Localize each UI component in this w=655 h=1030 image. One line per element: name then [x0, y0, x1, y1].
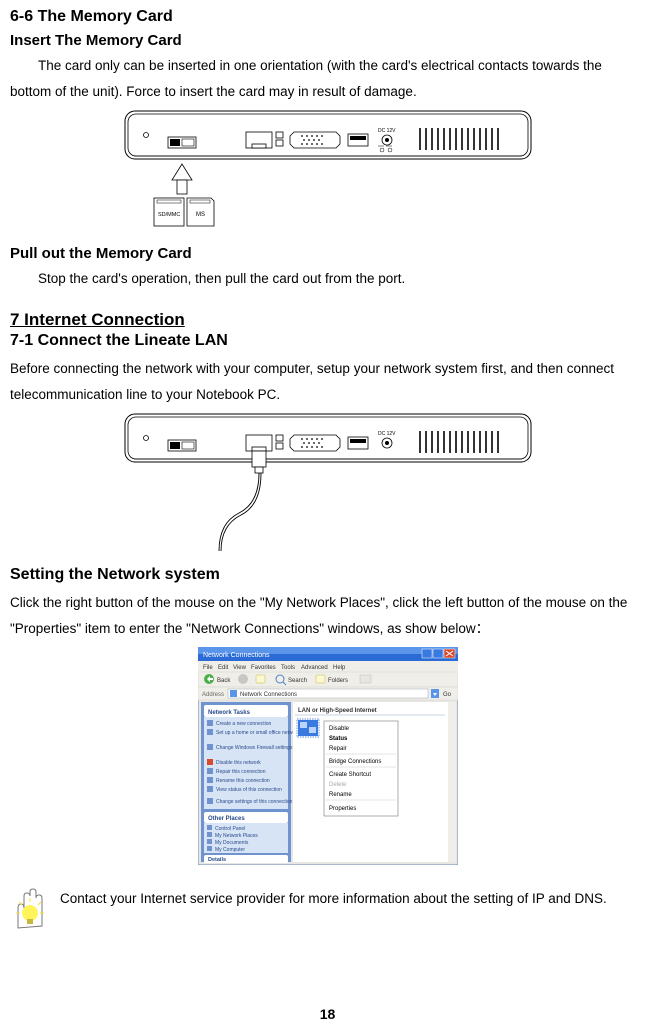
laptop-back-illustration-1: DC 12V SD/MMC MS: [124, 110, 532, 230]
figure-network-connections: Network Connections File Edit View Favor…: [10, 647, 645, 870]
para-setting-network: Click the right button of the mouse on t…: [10, 590, 645, 641]
menu-tools[interactable]: Tools: [281, 665, 295, 671]
ctx-bridge[interactable]: Bridge Connections: [329, 759, 381, 765]
heading-6-6: 6-6 The Memory Card: [10, 8, 645, 26]
para-insert: The card only can be inserted in one ori…: [10, 53, 645, 104]
network-connections-window: Network Connections File Edit View Favor…: [198, 647, 458, 865]
task-item[interactable]: Set up a home or small office network: [216, 730, 300, 736]
figure-memory-card: DC 12V SD/MMC MS: [10, 110, 645, 235]
laptop-back-illustration-2: DC 12V: [124, 413, 532, 551]
other-item[interactable]: My Documents: [215, 840, 249, 846]
task-item[interactable]: Rename this connection: [216, 778, 270, 784]
menu-edit[interactable]: Edit: [218, 665, 229, 671]
figure-lan: DC 12V: [10, 413, 645, 556]
toolbar-folders[interactable]: Folders: [328, 678, 348, 684]
go-button[interactable]: Go: [443, 692, 452, 698]
group-header: LAN or High-Speed Internet: [298, 708, 377, 714]
card-label-sdmmc: SD/MMC: [158, 212, 180, 218]
other-item[interactable]: My Network Places: [215, 833, 258, 839]
task-item[interactable]: Disable this network: [216, 760, 261, 766]
window-title: Network Connections: [203, 652, 270, 659]
toolbar-back[interactable]: Back: [217, 678, 231, 684]
heading-pullout: Pull out the Memory Card: [10, 245, 645, 262]
tip-icon: [10, 880, 50, 930]
task-item[interactable]: View status of this connection: [216, 787, 282, 793]
tip-row: Contact your Internet service provider f…: [10, 880, 645, 930]
ctx-disable[interactable]: Disable: [329, 726, 350, 732]
menu-advanced[interactable]: Advanced: [301, 665, 328, 671]
tasks-header: Network Tasks: [208, 710, 251, 716]
heading-7-1: 7-1 Connect the Lineate LAN: [10, 332, 645, 350]
other-places-header: Other Places: [208, 816, 245, 822]
address-value[interactable]: Network Connections: [240, 692, 297, 698]
dc-label: DC 12V: [378, 128, 396, 134]
ctx-properties[interactable]: Properties: [329, 806, 356, 812]
heading-setting-network: Setting the Network system: [10, 566, 645, 584]
tip-text: Contact your Internet service provider f…: [60, 880, 607, 912]
task-item[interactable]: Repair this connection: [216, 769, 266, 775]
page-number: 18: [0, 1006, 655, 1022]
task-item[interactable]: Change settings of this connection: [216, 799, 293, 805]
ctx-rename[interactable]: Rename: [329, 792, 352, 798]
menu-favorites[interactable]: Favorites: [251, 665, 276, 671]
ctx-repair[interactable]: Repair: [329, 746, 347, 752]
heading-insert: Insert The Memory Card: [10, 32, 645, 49]
details-header: Details: [208, 857, 226, 863]
para-7-1: Before connecting the network with your …: [10, 356, 645, 407]
ctx-shortcut[interactable]: Create Shortcut: [329, 772, 371, 778]
toolbar-search[interactable]: Search: [288, 678, 307, 684]
heading-7: 7 Internet Connection: [10, 310, 645, 330]
menu-file[interactable]: File: [203, 665, 213, 671]
ctx-status[interactable]: Status: [329, 736, 348, 742]
other-item[interactable]: My Computer: [215, 847, 245, 853]
other-item[interactable]: Control Panel: [215, 826, 245, 832]
menu-help[interactable]: Help: [333, 665, 346, 671]
card-label-ms: MS: [196, 212, 205, 218]
address-label: Address: [202, 692, 224, 698]
task-item[interactable]: Change Windows Firewall settings: [216, 745, 293, 751]
ctx-delete: Delete: [329, 782, 347, 788]
task-item[interactable]: Create a new connection: [216, 721, 272, 727]
menu-view[interactable]: View: [233, 665, 247, 671]
para-pullout: Stop the card's operation, then pull the…: [10, 266, 645, 292]
dc-label: DC 12V: [378, 431, 396, 437]
